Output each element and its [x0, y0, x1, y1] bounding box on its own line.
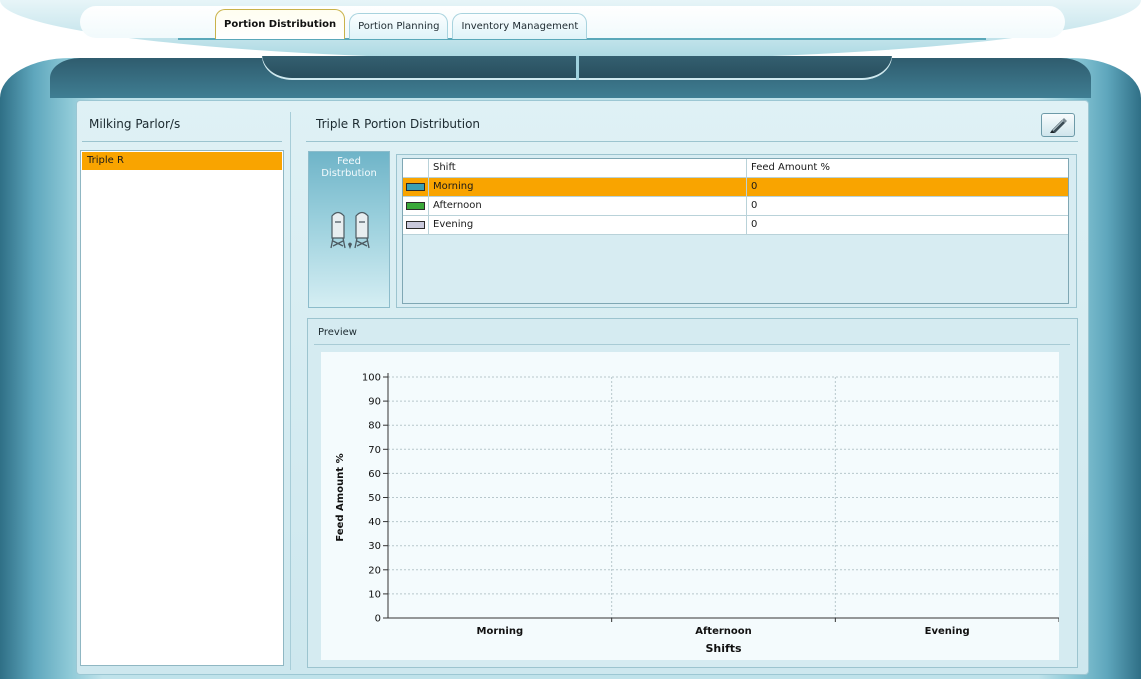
tab-bar: Portion Distribution Portion Planning In…	[215, 9, 591, 39]
y-tick-label: 100	[362, 373, 381, 384]
table-row[interactable]: Morning 0	[403, 178, 1068, 197]
color-swatch	[406, 183, 425, 191]
y-tick-label: 40	[368, 517, 381, 528]
y-axis-title: Feed Amount %	[335, 453, 346, 541]
y-tick-label: 70	[368, 445, 381, 456]
y-tick-label: 90	[368, 397, 381, 408]
parlor-list[interactable]: Triple R	[80, 150, 284, 666]
table-row[interactable]: Afternoon 0	[403, 197, 1068, 216]
preview-title: Preview	[318, 327, 357, 338]
feed-label-line1: Feed	[337, 156, 361, 167]
table-row[interactable]: Evening 0	[403, 216, 1068, 235]
color-swatch	[406, 221, 425, 229]
tab-inventory-management[interactable]: Inventory Management	[452, 13, 588, 39]
divider	[306, 141, 1078, 142]
shift-grid[interactable]: Shift Feed Amount % Morning 0 Afternoon …	[402, 158, 1069, 304]
amount-cell[interactable]: 0	[747, 216, 1068, 234]
color-swatch	[406, 202, 425, 210]
x-tick-label: Afternoon	[695, 626, 752, 637]
shift-cell: Afternoon	[429, 197, 747, 215]
y-tick-label: 50	[368, 493, 381, 504]
page-title: Triple R Portion Distribution	[316, 117, 481, 131]
feed-distribution-panel: Feed Distrbution	[308, 151, 390, 308]
panel-divider	[290, 112, 291, 670]
x-tick-label: Morning	[477, 626, 524, 637]
y-tick-label: 80	[368, 421, 381, 432]
shift-cell: Morning	[429, 178, 747, 196]
y-tick-label: 30	[368, 541, 381, 552]
divider	[82, 141, 282, 142]
x-tick-label: Evening	[925, 626, 970, 637]
parlor-list-title: Milking Parlor/s	[89, 117, 181, 131]
chart-background	[321, 352, 1059, 660]
tab-portion-distribution[interactable]: Portion Distribution	[215, 9, 346, 39]
grid-header: Shift Feed Amount %	[403, 159, 1068, 178]
tab-portion-planning[interactable]: Portion Planning	[349, 13, 449, 39]
amount-cell[interactable]: 0	[747, 197, 1068, 215]
edit-button[interactable]	[1041, 113, 1075, 137]
shift-cell: Evening	[429, 216, 747, 234]
silo-icon	[330, 211, 370, 249]
y-tick-label: 0	[375, 614, 381, 625]
parlor-item-triple-r[interactable]: Triple R	[82, 152, 282, 170]
column-header-shift[interactable]: Shift	[429, 159, 747, 177]
divider	[314, 344, 1070, 345]
pencil-icon	[1050, 118, 1067, 133]
y-tick-label: 60	[368, 469, 381, 480]
amount-cell[interactable]: 0	[747, 178, 1068, 196]
y-tick-label: 10	[368, 589, 381, 600]
frame-notch-divider	[576, 56, 579, 80]
column-header-feed-amount[interactable]: Feed Amount %	[747, 159, 1068, 177]
feed-amount-chart: 0 10 20 30 40 50 60 70 80 90 100 Morning Afternoon Ev…	[321, 352, 1059, 660]
y-tick-label: 20	[368, 565, 381, 576]
feed-label-line2: Distrbution	[321, 168, 377, 179]
x-axis-title: Shifts	[705, 642, 742, 655]
